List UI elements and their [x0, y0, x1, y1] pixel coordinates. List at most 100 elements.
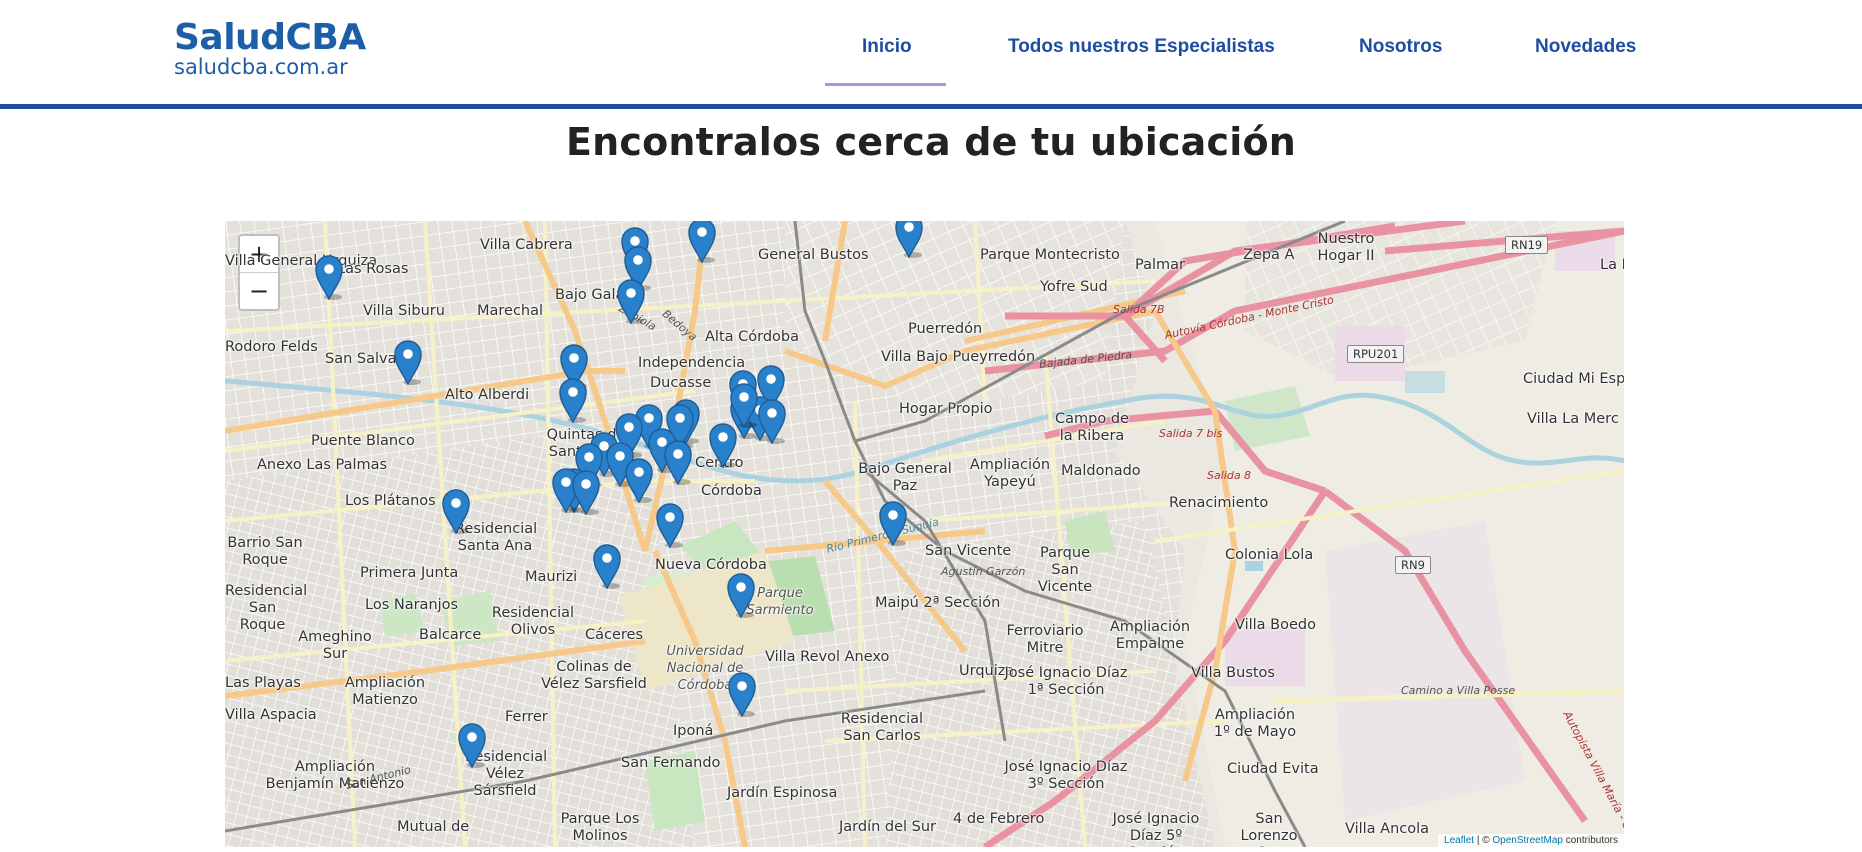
place-label: Maldonado	[1061, 463, 1141, 479]
location-marker-icon[interactable]	[314, 254, 344, 300]
place-label: Ciudad Evita	[1227, 761, 1319, 777]
place-label: José Ignacio Díaz 5º Sección	[1112, 811, 1200, 847]
location-marker-icon[interactable]	[655, 502, 685, 548]
place-label: Hogar Propio	[899, 401, 993, 417]
place-label: Ampliación Matienzo	[344, 675, 426, 708]
road-name: Salida 8	[1207, 469, 1252, 482]
location-marker-icon[interactable]	[727, 671, 757, 717]
place-label: Ampliación Empalme	[1109, 619, 1191, 652]
location-marker-icon[interactable]	[663, 439, 693, 485]
place-label: Las Rosas	[337, 261, 409, 277]
brand-name[interactable]: SaludCBA	[174, 18, 366, 58]
place-label: Jardín Espinosa	[727, 785, 838, 801]
attribution-separator: | ©	[1474, 835, 1493, 846]
place-label: Villa Boedo	[1235, 617, 1316, 633]
place-label: Barrio San Roque	[227, 535, 303, 568]
location-marker-icon[interactable]	[894, 221, 924, 258]
place-label: General Bustos	[758, 247, 869, 263]
location-marker-icon[interactable]	[457, 722, 487, 768]
map[interactable]: + − Villa General Urquiza Las Rosas Vill…	[225, 221, 1624, 847]
osm-link[interactable]: OpenStreetMap	[1492, 835, 1563, 846]
place-label: Palmar	[1135, 257, 1185, 273]
place-label: Villa Aspacia	[225, 707, 317, 723]
location-marker-icon[interactable]	[441, 488, 471, 534]
location-marker-icon[interactable]	[729, 382, 759, 428]
location-marker-icon[interactable]	[687, 221, 717, 263]
place-label: Parque Montecristo	[980, 247, 1120, 263]
place-label: Ferroviario Mitre	[1006, 623, 1084, 656]
location-marker-icon[interactable]	[616, 278, 646, 324]
place-label: Los Naranjos	[365, 597, 459, 613]
location-marker-icon[interactable]	[708, 422, 738, 468]
place-label: Balcarce	[419, 627, 482, 643]
location-marker-icon[interactable]	[558, 377, 588, 423]
place-label: Jardín del Sur	[839, 819, 937, 835]
place-label: Villa Siburu	[363, 303, 445, 319]
header: SaludCBA saludcba.com.ar Inicio Todos nu…	[0, 0, 1862, 109]
place-label: José Ignacio Díaz 3º Sección	[1004, 759, 1128, 792]
attribution-suffix: contributors	[1562, 835, 1618, 846]
place-label: Maipú 2ª Sección	[875, 595, 1001, 611]
place-label: Residencial San Roque	[225, 583, 308, 633]
location-marker-icon[interactable]	[878, 500, 908, 546]
place-label: Colonia Lola	[1225, 547, 1314, 563]
place-label: Rodoro Felds	[225, 339, 318, 355]
place-label: Yofre Sud	[1040, 279, 1108, 295]
place-label: Ampliación 1º de Mayo	[1213, 707, 1297, 740]
place-label: Las Playas	[225, 675, 301, 691]
place-label: Primera Junta	[360, 565, 459, 581]
place-label: Córdoba	[701, 483, 762, 499]
place-label: Ciudad Mi Esp	[1523, 371, 1624, 387]
leaflet-link[interactable]: Leaflet	[1444, 835, 1474, 846]
place-label: San Fernando	[621, 755, 721, 771]
place-label: Ducasse	[650, 375, 712, 391]
place-label: Parque Los Molinos	[560, 811, 640, 844]
location-marker-icon[interactable]	[757, 398, 787, 444]
nav-inicio[interactable]: Inicio	[862, 36, 912, 58]
place-label: Mutual de	[397, 819, 470, 835]
location-marker-icon[interactable]	[726, 572, 756, 618]
road-shield: RN19	[1505, 236, 1549, 254]
nav-nosotros[interactable]: Nosotros	[1359, 36, 1442, 58]
place-label: Zepa A	[1243, 247, 1295, 263]
place-label: Villa Ancola	[1345, 821, 1430, 837]
active-nav-indicator	[825, 83, 946, 86]
place-label: Colinas de Vélez Sarsfield	[541, 659, 647, 692]
place-label: Villa Revol Anexo	[765, 649, 890, 665]
place-label: Ameghino Sur	[298, 629, 372, 662]
place-label: Campo de la Ribera	[1055, 411, 1129, 444]
zoom-out-button[interactable]: −	[240, 273, 278, 309]
road-shield: RN9	[1395, 556, 1431, 574]
place-label: Cáceres	[585, 627, 644, 643]
place-label: Villa Bajo Pueyrredón	[881, 349, 1036, 365]
road-name: Salida 7B	[1113, 303, 1165, 316]
place-label: Renacimiento	[1169, 495, 1269, 511]
place-label: San Vicente	[925, 543, 1012, 559]
location-marker-icon[interactable]	[571, 469, 601, 515]
location-marker-icon[interactable]	[393, 339, 423, 385]
nav-novedades[interactable]: Novedades	[1535, 36, 1636, 58]
place-label: Puerredón	[908, 321, 983, 337]
place-label: Ampliación Yapeyú	[969, 457, 1051, 490]
place-label: Puente Blanco	[311, 433, 415, 449]
place-label: Bajo General Paz	[858, 461, 952, 494]
road-name: Camino a Villa Posse	[1401, 684, 1516, 697]
location-marker-icon[interactable]	[624, 457, 654, 503]
brand-domain[interactable]: saludcba.com.ar	[174, 56, 366, 78]
place-label: Parque San Vicente	[1037, 545, 1093, 595]
nav-especialistas[interactable]: Todos nuestros Especialistas	[1008, 36, 1275, 58]
location-marker-icon[interactable]	[592, 543, 622, 589]
place-label: Ferrer	[505, 709, 548, 725]
place-label: Los Plátanos	[345, 493, 436, 509]
place-label: San Lorenzo Sur	[1240, 811, 1298, 847]
place-label: Villa Cabrera	[480, 237, 573, 253]
road-shield: RPU201	[1347, 345, 1405, 363]
place-label: Maurizi	[525, 569, 578, 585]
logo[interactable]: SaludCBA saludcba.com.ar	[174, 18, 366, 79]
place-label: José Ignacio Díaz 1ª Sección	[1004, 665, 1128, 698]
place-label: La Fl	[1600, 257, 1624, 273]
place-label: 4 de Febrero	[953, 811, 1045, 827]
place-label: Alto Alberdi	[445, 387, 530, 403]
place-label: Villa Bustos	[1191, 665, 1275, 681]
place-label: Iponá	[673, 723, 714, 739]
